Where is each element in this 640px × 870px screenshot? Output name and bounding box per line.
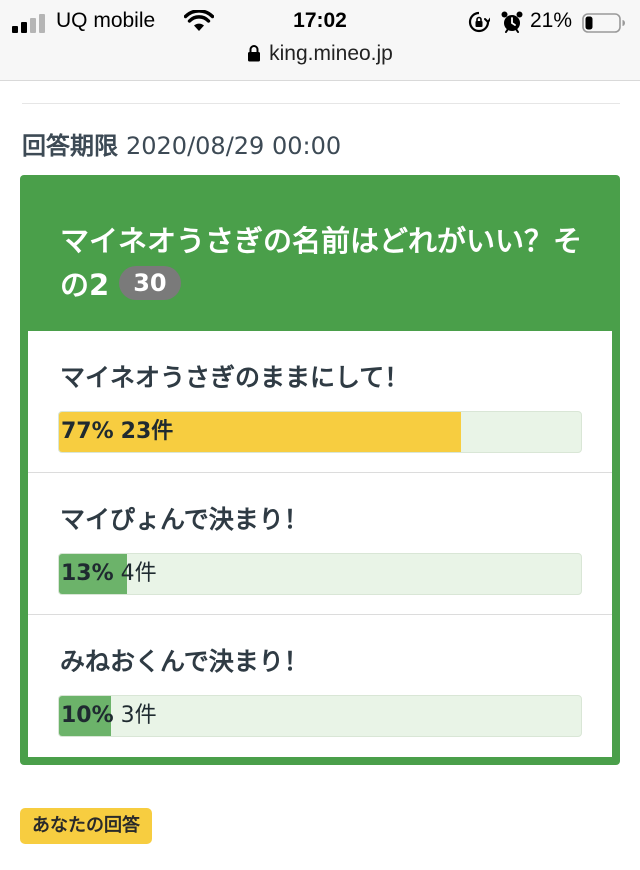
poll-card: マイネオうさぎの名前はどれがいい？その2 30 マイネオうさぎのままにして！ 77…: [20, 175, 620, 765]
orientation-lock-icon: [468, 11, 490, 33]
padlock-icon: [248, 45, 261, 62]
poll-options: マイネオうさぎのままにして！ 77% 23件 マイぴょんで決まり！ 13% 4件…: [28, 331, 612, 757]
result-percent: 77%: [61, 419, 114, 444]
status-bar: UQ mobile 17:02 21% king.mineo.jp: [0, 0, 640, 81]
address-bar[interactable]: king.mineo.jp: [0, 40, 640, 68]
deadline-label: 回答期限: [22, 132, 118, 160]
poll-option[interactable]: みねおくんで決まり！ 10% 3件: [28, 615, 612, 756]
result-bar: 77% 23件: [58, 411, 582, 453]
page-url: king.mineo.jp: [269, 42, 393, 65]
battery-percent: 21%: [530, 9, 573, 32]
option-label: みねおくんで決まり！: [60, 647, 309, 676]
result-percent: 10%: [61, 703, 114, 728]
result-text: 10% 3件: [61, 696, 157, 736]
poll-title-area: マイネオうさぎの名前はどれがいい？その2 30: [60, 219, 600, 307]
option-label: マイネオうさぎのままにして！: [60, 363, 410, 392]
result-bar: 13% 4件: [58, 553, 582, 595]
poll-option[interactable]: マイぴょんで決まり！ 13% 4件: [28, 473, 612, 615]
battery-icon: [582, 13, 625, 33]
vote-count-badge: 30: [119, 266, 181, 300]
result-text: 77% 23件: [61, 412, 173, 452]
result-bar: 10% 3件: [58, 695, 582, 737]
result-count: 23件: [120, 419, 174, 444]
result-count: 4件: [120, 561, 157, 586]
result-text: 13% 4件: [61, 554, 157, 594]
answer-deadline: 回答期限 2020/08/29 00:00: [22, 128, 341, 164]
alarm-icon: [501, 11, 523, 33]
poll-option[interactable]: マイネオうさぎのままにして！ 77% 23件: [28, 331, 612, 473]
your-answer-button[interactable]: あなたの回答: [20, 808, 152, 844]
result-count: 3件: [120, 703, 157, 728]
result-percent: 13%: [61, 561, 114, 586]
option-label: マイぴょんで決まり！: [60, 505, 309, 534]
deadline-value: 2020/08/29 00:00: [126, 132, 342, 160]
divider: [22, 103, 620, 104]
